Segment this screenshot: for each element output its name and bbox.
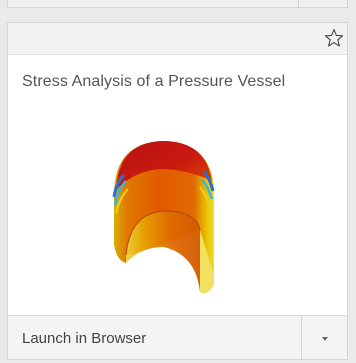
- card-header: [8, 23, 347, 55]
- launch-in-browser-button[interactable]: Launch in Browser: [8, 316, 301, 359]
- previous-card-edge: [7, 0, 348, 8]
- card-title: Stress Analysis of a Pressure Vessel: [22, 73, 286, 90]
- model-card: Stress Analysis of a Pressure Vessel Lau…: [7, 22, 348, 360]
- star-icon[interactable]: [323, 27, 345, 49]
- launch-options-dropdown[interactable]: [302, 316, 347, 359]
- card-footer: Launch in Browser: [8, 315, 347, 359]
- caret-down-icon: [322, 337, 328, 341]
- pressure-vessel-thumbnail: [112, 141, 215, 294]
- previous-card-divider: [298, 0, 299, 7]
